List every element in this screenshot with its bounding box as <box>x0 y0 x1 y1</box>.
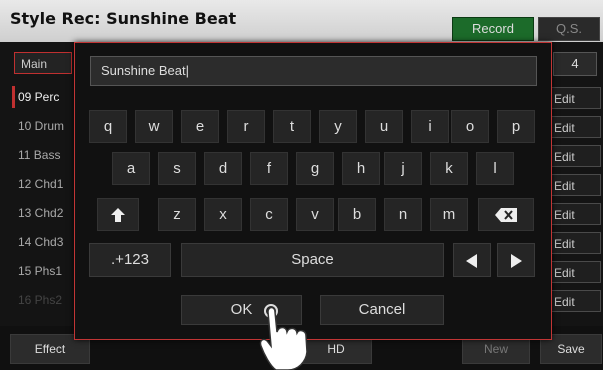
mode-button[interactable]: Main <box>14 52 72 74</box>
tab-quick-start[interactable]: Q.S. <box>538 17 600 41</box>
edit-button[interactable]: Edit <box>549 145 601 167</box>
shift-arrow-icon <box>111 208 125 222</box>
track-row[interactable]: 09 Perc <box>18 87 59 107</box>
arrow-left-icon <box>466 254 477 268</box>
cursor-left-key[interactable] <box>453 243 491 277</box>
key-a[interactable]: a <box>112 152 150 185</box>
tapping-hand-icon <box>259 304 308 370</box>
cursor-right-key[interactable] <box>497 243 535 277</box>
name-input[interactable]: Sunshine Beat| <box>90 56 537 86</box>
edit-button[interactable]: Edit <box>549 116 601 138</box>
key-b[interactable]: b <box>338 198 376 231</box>
key-u[interactable]: u <box>365 110 403 143</box>
key-l[interactable]: l <box>476 152 514 185</box>
key-o[interactable]: o <box>451 110 489 143</box>
tab-record[interactable]: Record <box>452 17 534 41</box>
key-p[interactable]: p <box>497 110 535 143</box>
numbers-key[interactable]: .+123 <box>89 243 171 277</box>
key-y[interactable]: y <box>319 110 357 143</box>
edit-button[interactable]: Edit <box>549 261 601 283</box>
track-row[interactable]: 10 Drum <box>18 116 64 136</box>
key-k[interactable]: k <box>430 152 468 185</box>
key-v[interactable]: v <box>296 198 334 231</box>
track-row[interactable]: 16 Phs2 <box>18 290 62 310</box>
key-q[interactable]: q <box>89 110 127 143</box>
key-h[interactable]: h <box>342 152 380 185</box>
key-s[interactable]: s <box>158 152 196 185</box>
edit-button[interactable]: Edit <box>549 174 601 196</box>
cancel-button[interactable]: Cancel <box>320 295 444 325</box>
keyboard-dialog <box>74 42 552 340</box>
track-row[interactable]: 11 Bass <box>18 145 60 165</box>
key-d[interactable]: d <box>204 152 242 185</box>
edit-button[interactable]: Edit <box>549 232 601 254</box>
key-e[interactable]: e <box>181 110 219 143</box>
shift-key[interactable] <box>97 198 139 231</box>
backspace-icon <box>495 208 517 222</box>
key-w[interactable]: w <box>135 110 173 143</box>
key-r[interactable]: r <box>227 110 265 143</box>
track-row[interactable]: 12 Chd1 <box>18 174 63 194</box>
edit-button[interactable]: Edit <box>549 290 601 312</box>
key-m[interactable]: m <box>430 198 468 231</box>
backspace-key[interactable] <box>478 198 534 231</box>
key-n[interactable]: n <box>384 198 422 231</box>
edit-button[interactable]: Edit <box>549 87 601 109</box>
track-row[interactable]: 14 Chd3 <box>18 232 63 252</box>
key-g[interactable]: g <box>296 152 334 185</box>
active-track-marker <box>12 86 15 108</box>
arrow-right-icon <box>511 254 522 268</box>
track-row[interactable]: 15 Phs1 <box>18 261 62 281</box>
key-c[interactable]: c <box>250 198 288 231</box>
key-i[interactable]: i <box>411 110 449 143</box>
space-key[interactable]: Space <box>181 243 444 277</box>
key-f[interactable]: f <box>250 152 288 185</box>
key-x[interactable]: x <box>204 198 242 231</box>
screen: Style Rec: Sunshine Beat Record Q.S. Mai… <box>0 0 603 370</box>
key-t[interactable]: t <box>273 110 311 143</box>
page-title: Style Rec: Sunshine Beat <box>10 9 237 28</box>
track-row[interactable]: 13 Chd2 <box>18 203 63 223</box>
edit-button[interactable]: Edit <box>549 203 601 225</box>
key-z[interactable]: z <box>158 198 196 231</box>
number-field[interactable]: 4 <box>553 52 597 76</box>
title-bar: Style Rec: Sunshine Beat Record Q.S. <box>0 0 603 42</box>
key-j[interactable]: j <box>384 152 422 185</box>
